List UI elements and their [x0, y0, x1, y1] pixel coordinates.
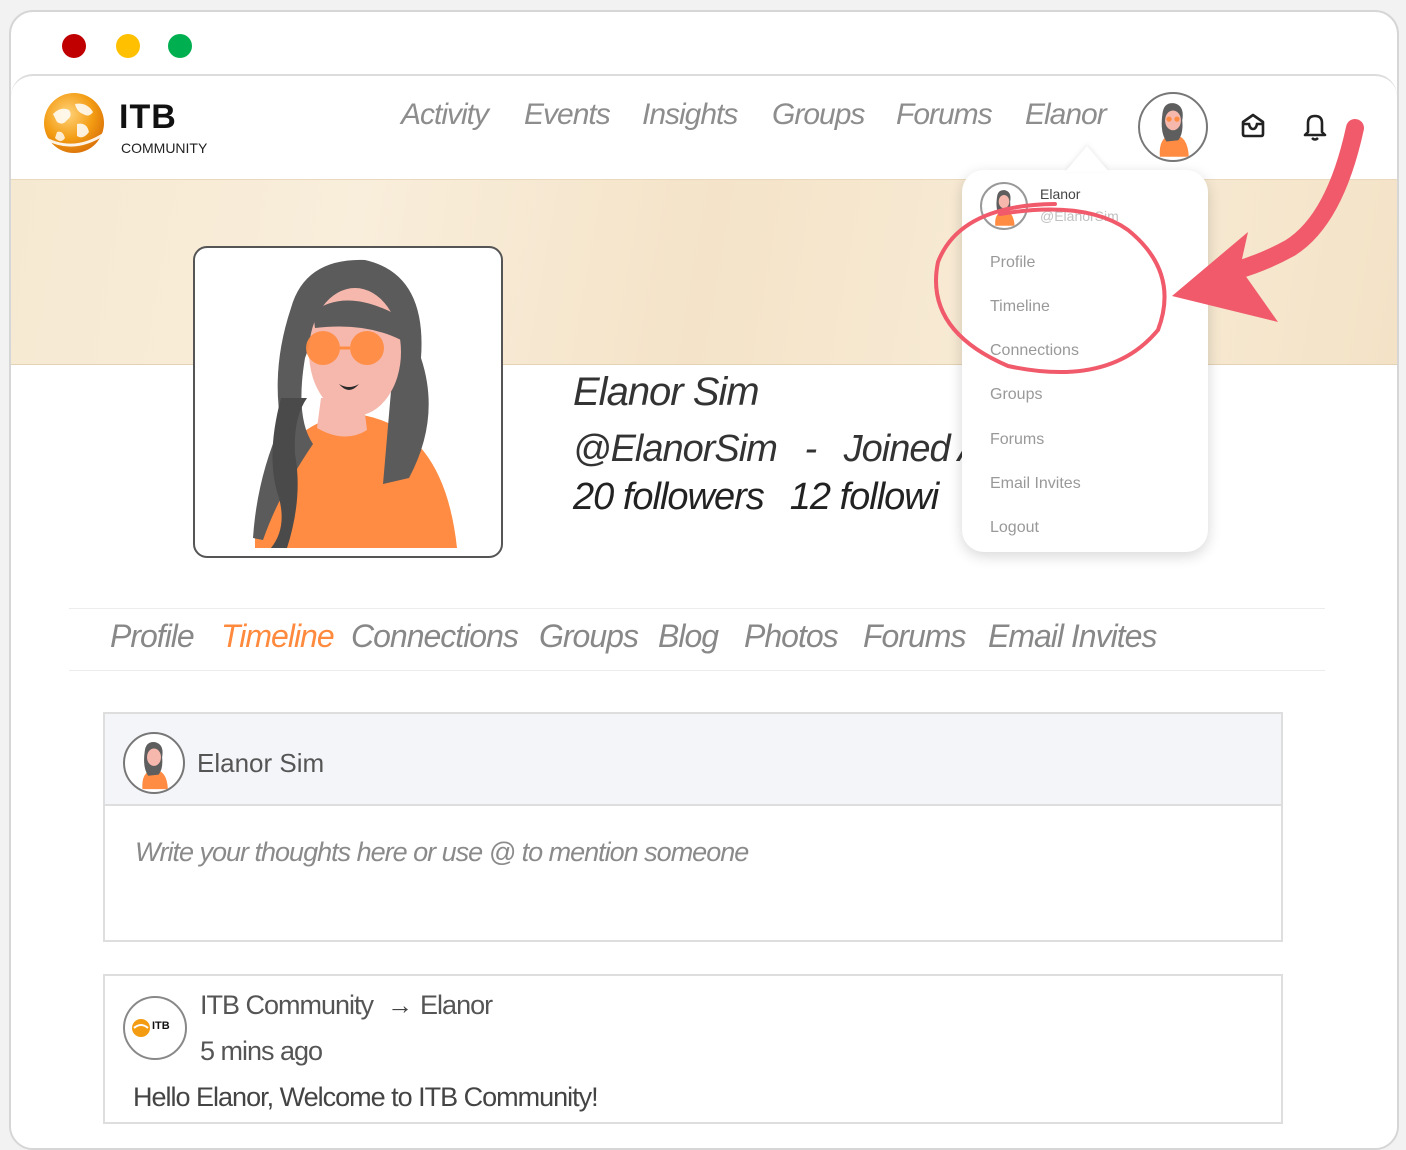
profile-name: Elanor Sim [573, 370, 760, 414]
dropdown-name: Elanor [1040, 186, 1081, 202]
post-avatar-brand: ITB [152, 1020, 170, 1032]
nav-forums[interactable]: Forums [896, 98, 993, 132]
dropdown-caret [1065, 146, 1109, 172]
composer-name: Elanor Sim [197, 748, 325, 778]
browser-window: ITB COMMUNITY Activity Events Insights G… [9, 10, 1399, 1150]
inbox-icon[interactable] [1236, 108, 1270, 142]
dropdown-item-profile[interactable]: Profile [990, 254, 1035, 272]
composer-avatar [123, 732, 185, 794]
tabs-bottom-divider [69, 670, 1325, 671]
brand-subtitle: COMMUNITY [121, 140, 208, 156]
globe-logo-icon [43, 93, 105, 153]
post-target[interactable]: Elanor [420, 990, 493, 1020]
tab-blog[interactable]: Blog [658, 618, 719, 655]
post-text: Hello Elanor, Welcome to ITB Community! [133, 1082, 599, 1112]
bell-icon[interactable] [1298, 108, 1332, 142]
profile-photo[interactable] [193, 246, 503, 558]
dropdown-item-timeline[interactable]: Timeline [990, 298, 1050, 316]
dropdown-avatar [980, 182, 1028, 230]
tab-forums[interactable]: Forums [863, 618, 966, 655]
close-window-button[interactable] [62, 34, 86, 58]
dropdown-handle: @ElanorSim [1040, 208, 1119, 224]
tab-timeline[interactable]: Timeline [221, 618, 335, 655]
post-input[interactable] [133, 836, 1237, 869]
dropdown-item-groups[interactable]: Groups [990, 386, 1042, 404]
tab-profile[interactable]: Profile [110, 618, 195, 655]
tab-photos[interactable]: Photos [744, 618, 839, 655]
dropdown-item-forums[interactable]: Forums [990, 431, 1044, 449]
brand-name: ITB [119, 98, 177, 136]
user-avatar-icon [142, 742, 168, 790]
nav-groups[interactable]: Groups [772, 98, 865, 132]
dropdown-item-email-invites[interactable]: Email Invites [990, 475, 1081, 493]
profile-handle[interactable]: @ElanorSim [573, 428, 778, 470]
post-composer-body[interactable] [103, 804, 1283, 942]
dropdown-item-logout[interactable]: Logout [990, 519, 1039, 537]
profile-illustration [253, 259, 457, 548]
nav-events[interactable]: Events [524, 98, 611, 132]
post-avatar[interactable]: ITB [123, 996, 187, 1060]
tab-groups[interactable]: Groups [539, 618, 639, 655]
following-count[interactable]: 12 followi [790, 476, 939, 518]
arrow-right-icon: → [387, 990, 413, 1020]
post-composer-header: Elanor Sim [103, 712, 1283, 806]
post-author-line: ITB Community → Elanor [200, 990, 493, 1021]
zoom-window-button[interactable] [168, 34, 192, 58]
itb-logo-icon: ITB [132, 1019, 170, 1037]
tabs-top-divider [69, 608, 1325, 609]
post-author[interactable]: ITB Community [200, 990, 374, 1020]
user-avatar-icon [995, 190, 1015, 226]
profile-stats: 20 followers 12 followi [573, 476, 939, 519]
profile-handle-line: @ElanorSim - Joined Au [573, 428, 1003, 471]
post-timestamp: 5 mins ago [200, 1036, 323, 1066]
user-avatar-icon [1159, 103, 1189, 157]
nav-activity[interactable]: Activity [401, 98, 489, 132]
nav-user-menu[interactable]: Elanor [1025, 98, 1107, 132]
tab-connections[interactable]: Connections [351, 618, 519, 655]
tab-email-invites[interactable]: Email Invites [988, 618, 1157, 655]
activity-post: ITB ITB Community → Elanor 5 mins ago Hell… [103, 974, 1283, 1124]
profile-separator: - [804, 428, 817, 470]
followers-count[interactable]: 20 followers [573, 476, 765, 518]
dropdown-item-connections[interactable]: Connections [990, 342, 1079, 360]
user-dropdown-menu: Elanor @ElanorSim Profile Timeline Conne… [962, 170, 1208, 552]
minimize-window-button[interactable] [116, 34, 140, 58]
nav-insights[interactable]: Insights [642, 98, 738, 132]
header-avatar[interactable] [1138, 92, 1208, 162]
